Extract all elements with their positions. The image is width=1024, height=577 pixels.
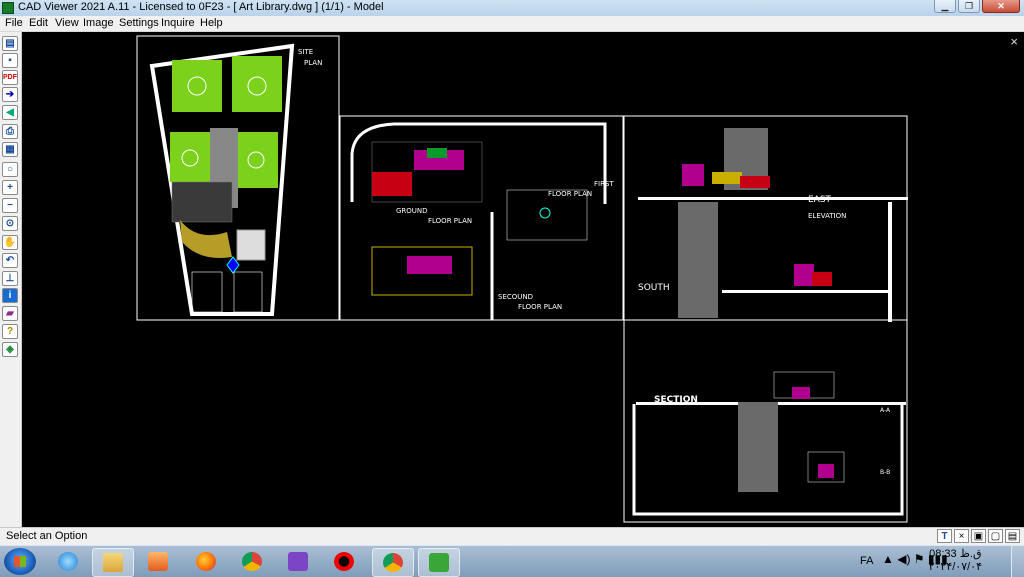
pdf-icon[interactable]: PDF <box>2 70 18 85</box>
section-label: SECTION <box>654 395 698 405</box>
floor-plans-sheet: GROUND FLOOR PLAN FIRST FLOOR PLAN SECOU… <box>339 115 624 321</box>
cad-drawing: SITE PLAN GROUND FLOOR PLAN FIRST FLOOR … <box>136 35 908 523</box>
explorer-taskbar-button[interactable] <box>92 548 134 577</box>
site-plan-sheet: SITE PLAN <box>136 35 340 321</box>
window-controls: ▁ ❐ ✕ <box>932 0 1020 15</box>
site-label: SITE <box>298 48 313 56</box>
zoom-out-icon[interactable]: − <box>2 198 18 213</box>
window-tool-icon[interactable]: ▢ <box>988 529 1003 543</box>
title-bar: CAD Viewer 2021 A.11 - Licensed to 0F23 … <box>0 0 1024 16</box>
book-icon[interactable]: ▰ <box>2 306 18 321</box>
zoom-in-icon[interactable]: + <box>2 180 18 195</box>
frame-tool-icon[interactable]: ▣ <box>971 529 986 543</box>
undo-icon[interactable]: ↶ <box>2 253 18 268</box>
vs-taskbar-button[interactable] <box>278 548 318 575</box>
site-plan-label: PLAN <box>304 59 322 67</box>
status-bar: Select an Option T × ▣ ▢ ▤ <box>0 527 1024 545</box>
elevations-sheet: EAST ELEVATION SOUTH <box>623 115 908 322</box>
visual-studio-icon <box>288 552 308 571</box>
ie-taskbar-button[interactable] <box>48 548 88 575</box>
print-icon[interactable]: ⎙ <box>2 124 18 139</box>
second-label: SECOUND <box>498 293 533 301</box>
chrome-icon <box>242 552 262 571</box>
maximize-button[interactable]: ❐ <box>958 0 980 13</box>
back-arrow-icon[interactable]: ◀ <box>2 105 18 120</box>
media-taskbar-button[interactable] <box>138 548 178 575</box>
app-icon <box>2 2 14 14</box>
south-label: SOUTH <box>638 283 670 293</box>
elevation-label: ELEVATION <box>808 212 846 220</box>
save-icon[interactable]: ▪ <box>2 53 18 68</box>
second-plan-label: FLOOR PLAN <box>518 303 562 311</box>
chrome-profile-taskbar-button[interactable] <box>372 548 414 577</box>
media-icon <box>148 552 168 571</box>
text-tool-icon[interactable]: T <box>937 529 952 543</box>
zoom-icon[interactable]: ○ <box>2 162 18 177</box>
ground-label: GROUND <box>396 207 428 215</box>
layout-icon[interactable]: ◈ <box>2 342 18 357</box>
panel-tool-icon[interactable]: ▤ <box>1005 529 1020 543</box>
section-aa-label: A-A <box>880 407 891 414</box>
cad-viewer-icon <box>429 553 449 572</box>
language-indicator[interactable]: FA <box>860 555 873 567</box>
cad-viewer-taskbar-button[interactable] <box>418 548 460 577</box>
section-sheet: SECTION A-A B-B <box>623 319 908 523</box>
zoom-window-icon[interactable]: ⊙ <box>2 216 18 231</box>
left-toolbar: ▤ ▪ PDF ➔ ◀ ⎙ ▦ ○ + − ⊙ ✋ ↶ ⊥ i ▰ ? ◈ <box>0 32 22 527</box>
measure-icon[interactable]: ⊥ <box>2 271 18 286</box>
east-label: EAST <box>808 195 832 205</box>
menu-view[interactable]: View <box>55 17 79 29</box>
firefox-taskbar-button[interactable] <box>186 548 226 575</box>
folder-icon <box>103 553 123 572</box>
menu-inquire[interactable]: Inquire <box>161 17 195 29</box>
info-icon[interactable]: i <box>2 288 18 303</box>
menu-image[interactable]: Image <box>83 17 114 29</box>
chrome-profile-icon <box>383 553 403 572</box>
chrome-taskbar-button[interactable] <box>232 548 272 575</box>
help-icon[interactable]: ? <box>2 324 18 339</box>
open-icon[interactable]: ▤ <box>2 36 18 51</box>
ground-plan-label: FLOOR PLAN <box>428 217 472 225</box>
clock-date: ۲۰۲۴/۰۷/۰۴ <box>928 561 982 573</box>
menu-bar: File Edit View Image Settings Inquire He… <box>0 16 1024 32</box>
clear-tool-icon[interactable]: × <box>954 529 969 543</box>
menu-edit[interactable]: Edit <box>29 17 48 29</box>
show-desktop-button[interactable] <box>1011 546 1024 577</box>
status-tools: T × ▣ ▢ ▤ <box>935 529 1020 543</box>
ie-icon <box>58 552 78 571</box>
first-label: FIRST <box>594 180 614 188</box>
taskbar: FA ▲ ◀) ⚑ ▮▮▮ 08:33 ق.ظ ۲۰۲۴/۰۷/۰۴ <box>0 545 1024 577</box>
menu-file[interactable]: File <box>5 17 23 29</box>
section-bb-label: B-B <box>880 469 890 476</box>
drawing-canvas[interactable]: SITE PLAN GROUND FLOOR PLAN FIRST FLOOR … <box>22 32 1024 527</box>
pan-hand-icon[interactable]: ✋ <box>2 235 18 250</box>
opera-icon <box>334 552 354 571</box>
window-title: CAD Viewer 2021 A.11 - Licensed to 0F23 … <box>18 1 384 13</box>
layers-icon[interactable]: ▦ <box>2 142 18 157</box>
close-button[interactable]: ✕ <box>982 0 1020 13</box>
canvas-close-button[interactable]: × <box>1010 34 1018 49</box>
menu-help[interactable]: Help <box>200 17 223 29</box>
first-plan-label: FLOOR PLAN <box>548 190 592 198</box>
opera-taskbar-button[interactable] <box>324 548 364 575</box>
menu-settings[interactable]: Settings <box>119 17 159 29</box>
status-text: Select an Option <box>6 530 88 542</box>
minimize-button[interactable]: ▁ <box>934 0 956 13</box>
clock-time: 08:33 ق.ظ <box>929 548 982 560</box>
clock[interactable]: 08:33 ق.ظ ۲۰۲۴/۰۷/۰۴ <box>929 548 982 574</box>
firefox-icon <box>196 552 216 571</box>
forward-arrow-icon[interactable]: ➔ <box>2 87 18 102</box>
start-button[interactable] <box>4 548 36 575</box>
